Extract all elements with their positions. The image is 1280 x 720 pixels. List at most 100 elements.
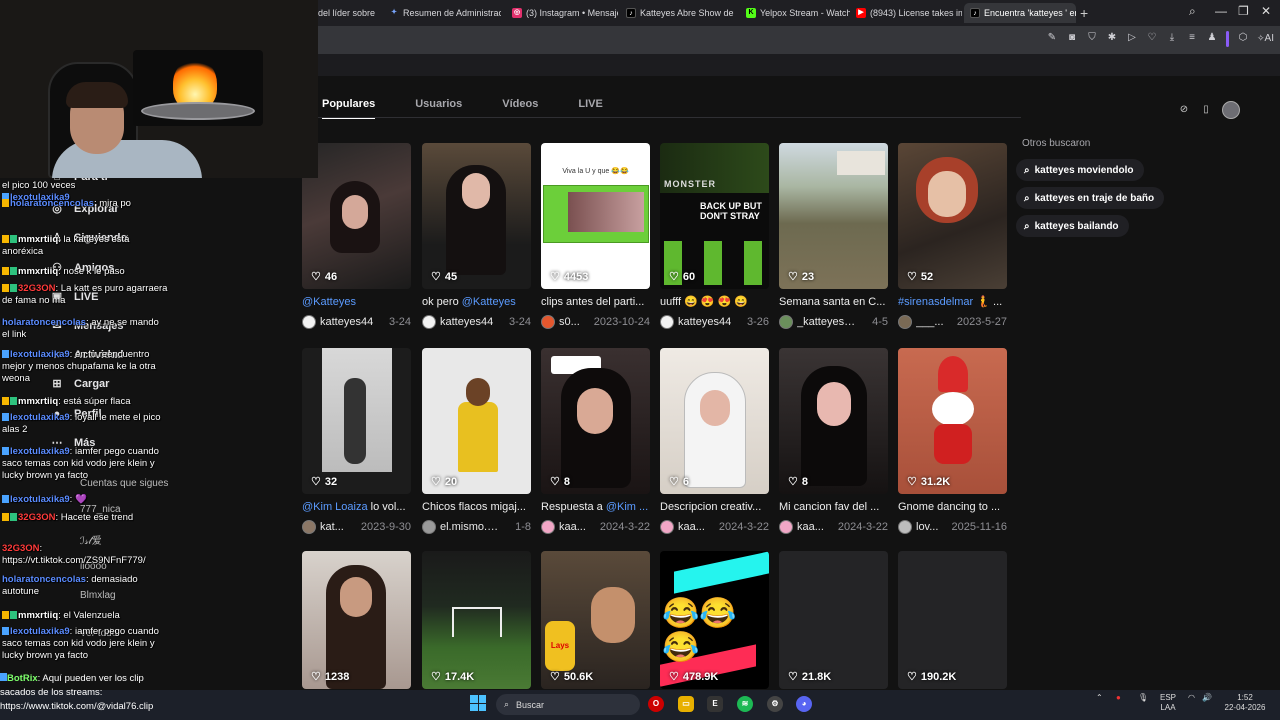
download-icon[interactable]: ⤓ — [1166, 31, 1178, 45]
video-description[interactable]: Mi cancion fav del ... — [779, 500, 888, 514]
username[interactable]: kaa... — [678, 521, 705, 533]
video-description[interactable]: Chicos flacos migaj... — [422, 500, 531, 514]
video-thumbnail[interactable]: ♡ 17.4K — [422, 551, 531, 689]
video-thumbnail[interactable]: ♡ 6 — [660, 348, 769, 494]
video-card[interactable]: ♡ 8 Mi cancion fav del ... kaa... 2024-3-2… — [779, 348, 888, 535]
video-card[interactable]: ♡ 32 @Kim Loaiza lo vol... kat... 2023-9-3… — [302, 348, 411, 535]
avatar[interactable] — [898, 520, 912, 534]
play-icon[interactable]: ▷ — [1126, 31, 1138, 45]
shield-icon[interactable]: ⛉ — [1086, 31, 1098, 45]
video-description[interactable]: #sirenasdelmar 🧜 ... — [898, 295, 1007, 309]
video-thumbnail[interactable]: ♡ 1238 — [302, 551, 411, 689]
username[interactable]: katteyes44 — [320, 316, 373, 328]
taskbar-search[interactable]: ⌕ Buscar — [496, 694, 640, 715]
avatar[interactable] — [541, 520, 555, 534]
close-icon[interactable]: ✕ — [1261, 4, 1271, 18]
minimize-icon[interactable]: — — [1215, 4, 1227, 18]
tray-chevron-icon[interactable]: ⌃ — [1096, 693, 1103, 703]
video-card[interactable]: Viva la U y que 😂😂 ♡ 4453 clips antes del… — [541, 143, 650, 330]
browser-tab[interactable]: ✦ Resumen de Administració — [383, 3, 501, 23]
clock[interactable]: 1:52 22-04-2026 — [1222, 693, 1268, 713]
video-thumbnail[interactable]: 😂😂😂 ♡ 478.9K — [660, 551, 769, 689]
avatar[interactable] — [302, 520, 316, 534]
video-thumbnail[interactable]: ♡ 32 — [302, 348, 411, 494]
avatar[interactable] — [422, 315, 436, 329]
spotify-icon[interactable]: ≋ — [737, 696, 753, 712]
search-tabs-icon[interactable]: ⌕ — [1189, 4, 1196, 19]
video-description[interactable]: Semana santa en C... — [779, 295, 888, 309]
video-card[interactable]: ♡ 46 @Katteyes katteyes44 3-24 — [302, 143, 411, 330]
video-thumbnail[interactable]: ♡ 31.2K — [898, 348, 1007, 494]
tab-usuarios[interactable]: Usuarios — [415, 98, 462, 119]
video-card[interactable]: ♡ 23 Semana santa en C... _katteyes_... 4-… — [779, 143, 888, 330]
video-description[interactable]: Respuesta a @Kim ... — [541, 500, 650, 514]
avatar[interactable] — [898, 315, 912, 329]
video-thumbnail[interactable]: ♡ 8 — [779, 348, 888, 494]
video-thumbnail[interactable]: ♡ 46 — [302, 143, 411, 289]
avatar[interactable] — [779, 520, 793, 534]
username[interactable]: katteyes44 — [440, 316, 493, 328]
username[interactable]: s0... — [559, 316, 580, 328]
device-icon[interactable]: ▯ — [1200, 104, 1212, 116]
browser-tab[interactable]: ♪ Katteyes Abre Show de Ba — [620, 3, 734, 23]
language-indicator[interactable]: ESP LAA — [1160, 693, 1176, 713]
mention[interactable]: @Kim ... — [606, 501, 648, 513]
video-description[interactable]: uufff 😄 😍 😍 😄 — [660, 295, 769, 309]
video-description[interactable]: Gnome dancing to ... — [898, 500, 1007, 514]
username[interactable]: kat... — [320, 521, 344, 533]
volume-icon[interactable]: 🔊 — [1202, 693, 1212, 703]
camera-icon[interactable]: ◙ — [1066, 31, 1078, 45]
username[interactable]: el.mismo.p... — [440, 521, 502, 533]
tab-populares[interactable]: Populares — [322, 98, 376, 119]
video-card[interactable]: ♡ 20 Chicos flacos migaj... el.mismo.p...… — [422, 348, 531, 535]
video-thumbnail[interactable]: ♡ 8 — [541, 348, 650, 494]
video-card[interactable]: ♡ 45 ok pero @Katteyes katteyes44 3-24 — [422, 143, 531, 330]
username[interactable]: ___... — [916, 316, 944, 328]
video-card[interactable]: 😂😂😂 ♡ 478.9K — [660, 551, 769, 689]
profile-icon[interactable]: ♟ — [1206, 31, 1218, 45]
mention[interactable]: @Kim Loaiza — [302, 501, 368, 513]
menu-icon[interactable]: ≡ — [1186, 31, 1198, 45]
discord-icon[interactable]: ◕ — [796, 696, 812, 712]
avatar[interactable] — [302, 315, 316, 329]
avatar[interactable] — [422, 520, 436, 534]
video-thumbnail[interactable]: ♡ 21.8K — [779, 551, 888, 689]
video-card[interactable]: MONSTER BACK UP BUT DON'T STRAY ♡ 60 uuff… — [660, 143, 769, 330]
avatar[interactable] — [541, 315, 555, 329]
video-card[interactable]: Lays ♡ 50.6K — [541, 551, 650, 689]
browser-tab-active[interactable]: ♪ Encuentra 'katteyes ' en T — [964, 3, 1076, 23]
video-card[interactable]: ♡ 31.2K Gnome dancing to ... lov... 2025-1… — [898, 348, 1007, 535]
video-card[interactable]: ♡ 190.2K — [898, 551, 1007, 689]
windows-start-icon[interactable] — [470, 695, 486, 711]
browser-tab[interactable]: del líder sobre la — [312, 3, 378, 23]
hashtag[interactable]: #sirenasdelmar — [898, 296, 973, 308]
heart-icon[interactable]: ♡ — [1146, 31, 1158, 45]
tray-app-icon[interactable]: ● — [1116, 693, 1121, 703]
video-card[interactable]: ♡ 6 Descripcion creativ... kaa... 2024-3-2… — [660, 348, 769, 535]
restore-icon[interactable]: ❐ — [1238, 4, 1249, 18]
username[interactable]: kaa... — [797, 521, 824, 533]
edit-icon[interactable]: ✎ — [1046, 31, 1058, 45]
username[interactable]: kaa... — [559, 521, 586, 533]
video-card[interactable]: ♡ 52 #sirenasdelmar 🧜 ... ___... 2023-5-27 — [898, 143, 1007, 330]
coins-icon[interactable]: ⊘ — [1178, 104, 1190, 116]
settings-icon[interactable]: ⬡ — [1237, 31, 1249, 45]
mention[interactable]: @Katteyes — [302, 296, 356, 308]
tab-videos[interactable]: Vídeos — [502, 98, 538, 119]
extension-icon[interactable]: ✱ — [1106, 31, 1118, 45]
suggestion-chip[interactable]: ⌕ katteyes bailando — [1016, 215, 1129, 237]
video-thumbnail[interactable]: Lays ♡ 50.6K — [541, 551, 650, 689]
video-card[interactable]: ♡ 17.4K — [422, 551, 531, 689]
video-thumbnail[interactable]: ♡ 20 — [422, 348, 531, 494]
video-thumbnail[interactable]: ♡ 52 — [898, 143, 1007, 289]
opera-icon[interactable]: O — [648, 696, 664, 712]
epic-games-icon[interactable]: E — [707, 696, 723, 712]
file-explorer-icon[interactable]: ▭ — [678, 696, 694, 712]
steam-icon[interactable]: ⚙ — [767, 696, 783, 712]
video-description[interactable]: ok pero @Katteyes — [422, 295, 531, 309]
video-thumbnail[interactable]: ♡ 23 — [779, 143, 888, 289]
avatar[interactable] — [1222, 101, 1240, 119]
username[interactable]: lov... — [916, 521, 938, 533]
ai-button[interactable]: ✧AI — [1257, 31, 1274, 45]
video-thumbnail[interactable]: Viva la U y que 😂😂 ♡ 4453 — [541, 143, 650, 289]
